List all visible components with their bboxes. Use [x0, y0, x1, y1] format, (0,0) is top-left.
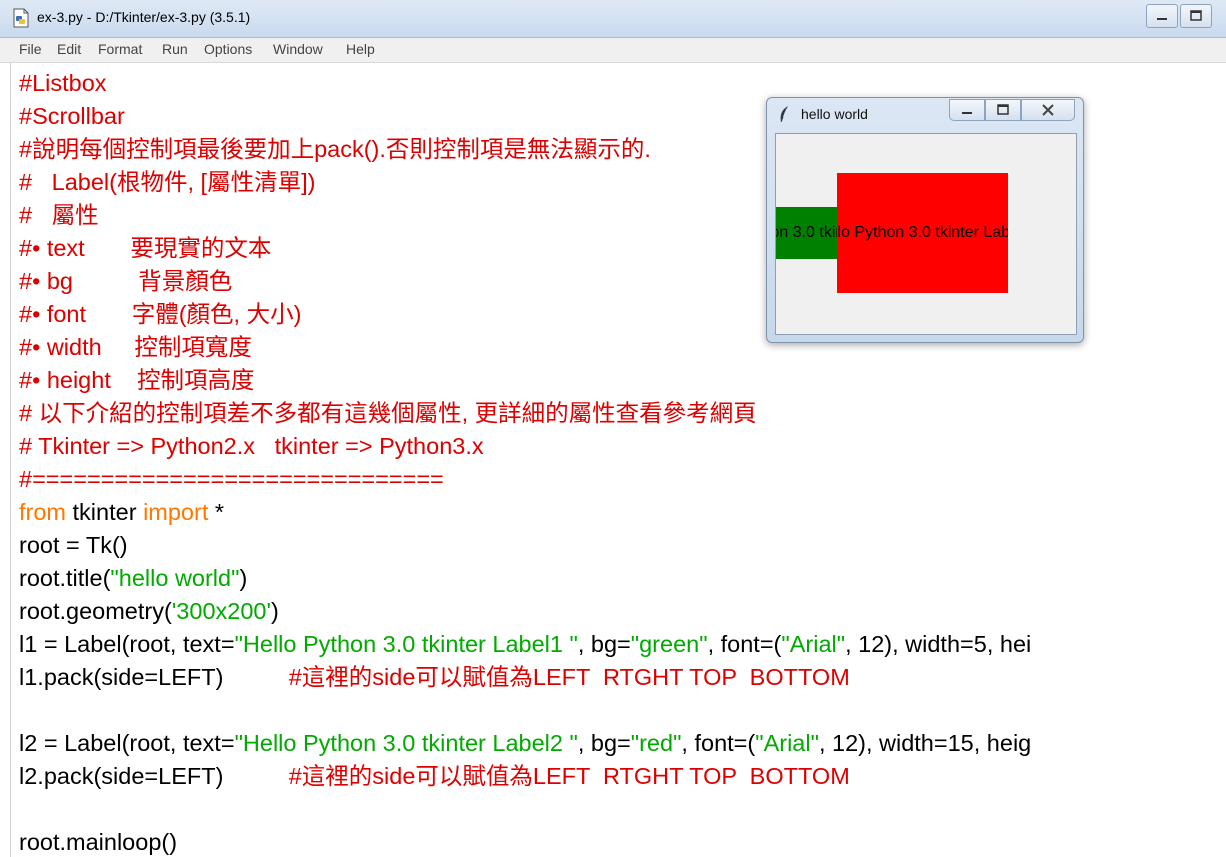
- code-token: l2 = Label(root, text=: [19, 730, 235, 756]
- tk-window-controls: [949, 99, 1075, 121]
- code-line[interactable]: #==============================: [19, 463, 1031, 496]
- maximize-button[interactable]: [1180, 4, 1212, 28]
- tk-close-button[interactable]: [1021, 99, 1075, 121]
- feather-icon: [777, 105, 793, 123]
- menu-format[interactable]: Format: [98, 41, 142, 57]
- maximize-icon: [997, 104, 1009, 115]
- code-token: # Tkinter => Python2.x tkinter => Python…: [19, 433, 484, 459]
- code-token: "Arial": [781, 631, 846, 657]
- label1-text: Hello Python 3.0 tkinter Label1: [776, 224, 837, 241]
- menu-run[interactable]: Run: [162, 41, 188, 57]
- window-controls: [1146, 4, 1212, 28]
- label1-green: Hello Python 3.0 tkinter Label1: [776, 207, 837, 259]
- code-token: #• bg 背景顏色: [19, 268, 233, 294]
- code-line[interactable]: # 以下介紹的控制項差不多都有這幾個屬性, 更詳細的屬性查看參考網頁: [19, 397, 1031, 430]
- code-token: l1.pack(side=LEFT): [19, 664, 289, 690]
- code-token: #• height 控制項高度: [19, 367, 255, 393]
- menu-help[interactable]: Help: [346, 41, 375, 57]
- label2-text: Hello Python 3.0 tkinter Label2: [837, 224, 1008, 241]
- minimize-button[interactable]: [1146, 4, 1178, 28]
- code-line[interactable]: #Listbox: [19, 67, 1031, 100]
- code-line[interactable]: # Tkinter => Python2.x tkinter => Python…: [19, 430, 1031, 463]
- code-line[interactable]: root = Tk(): [19, 529, 1031, 562]
- code-token: root.geometry(: [19, 598, 172, 624]
- menu-edit[interactable]: Edit: [57, 41, 81, 57]
- code-token: #Listbox: [19, 70, 107, 96]
- menu-options[interactable]: Options: [204, 41, 252, 57]
- title-bar: ex-3.py - D:/Tkinter/ex-3.py (3.5.1): [0, 0, 1226, 38]
- code-token: "red": [630, 730, 682, 756]
- code-token: #• text 要現實的文本: [19, 235, 272, 261]
- code-line[interactable]: [19, 694, 1031, 727]
- python-file-icon: [11, 8, 31, 28]
- code-token: "green": [630, 631, 708, 657]
- code-token: *: [208, 499, 225, 525]
- label2-red: Hello Python 3.0 tkinter Label2: [837, 173, 1008, 293]
- code-token: root.title(: [19, 565, 111, 591]
- code-token: , font=(: [681, 730, 756, 756]
- code-line[interactable]: l2.pack(side=LEFT) #這裡的side可以賦值為LEFT RTG…: [19, 760, 1031, 793]
- code-line[interactable]: #• height 控制項高度: [19, 364, 1031, 397]
- menu-file[interactable]: File: [19, 41, 42, 57]
- code-line[interactable]: root.title("hello world"): [19, 562, 1031, 595]
- code-token: #• width 控制項寬度: [19, 334, 252, 360]
- code-token: # Label(根物件, [屬性清單]): [19, 169, 316, 195]
- code-line[interactable]: from tkinter import *: [19, 496, 1031, 529]
- code-token: import: [143, 499, 209, 525]
- code-line[interactable]: [19, 793, 1031, 826]
- code-line[interactable]: l1.pack(side=LEFT) #這裡的side可以賦值為LEFT RTG…: [19, 661, 1031, 694]
- code-line[interactable]: l2 = Label(root, text="Hello Python 3.0 …: [19, 727, 1031, 760]
- code-token: #• font 字體(顏色, 大小): [19, 301, 302, 327]
- code-token: "hello world": [110, 565, 240, 591]
- menu-bar: File Edit Format Run Options Window Help: [0, 38, 1226, 63]
- code-token: l2.pack(side=LEFT): [19, 763, 289, 789]
- code-token: "Hello Python 3.0 tkinter Label2 ": [234, 730, 578, 756]
- code-token: "Arial": [755, 730, 819, 756]
- tk-minimize-button[interactable]: [949, 99, 985, 121]
- code-token: # 屬性: [19, 202, 99, 228]
- minimize-icon: [1157, 18, 1167, 20]
- window-title: ex-3.py - D:/Tkinter/ex-3.py (3.5.1): [37, 9, 251, 25]
- code-token: root = Tk(): [19, 532, 128, 558]
- code-token: ): [270, 598, 279, 624]
- close-icon: [1042, 104, 1054, 116]
- code-token: , 12), width=5, hei: [845, 631, 1032, 657]
- code-token: tkinter: [66, 499, 144, 525]
- tk-client-area: Hello Python 3.0 tkinter Label1 Hello Py…: [775, 133, 1077, 335]
- code-token: l1 = Label(root, text=: [19, 631, 235, 657]
- code-token: #說明每個控制項最後要加上pack().否則控制項是無法顯示的.: [19, 136, 651, 162]
- tk-window-title: hello world: [801, 106, 868, 122]
- code-line[interactable]: l1 = Label(root, text="Hello Python 3.0 …: [19, 628, 1031, 661]
- code-token: '300x200': [171, 598, 271, 624]
- code-token: #這裡的side可以賦值為LEFT RTGHT TOP BOTTOM: [288, 664, 850, 690]
- maximize-icon: [1190, 10, 1202, 21]
- code-token: "Hello Python 3.0 tkinter Label1 ": [234, 631, 578, 657]
- code-line[interactable]: root.geometry('300x200'): [19, 595, 1031, 628]
- tk-maximize-button[interactable]: [985, 99, 1021, 121]
- code-token: from: [19, 499, 66, 525]
- code-token: #==============================: [19, 466, 444, 492]
- tk-hello-world-window[interactable]: hello world Hello Python 3.0 tkinter Lab…: [766, 97, 1084, 343]
- code-token: root.mainloop(): [19, 829, 178, 855]
- code-token: , font=(: [707, 631, 782, 657]
- code-token: ): [239, 565, 248, 591]
- code-token: , bg=: [577, 730, 631, 756]
- code-token: , bg=: [577, 631, 631, 657]
- code-token: #這裡的side可以賦值為LEFT RTGHT TOP BOTTOM: [288, 763, 850, 789]
- code-token: , 12), width=15, heig: [818, 730, 1032, 756]
- code-token: # 以下介紹的控制項差不多都有這幾個屬性, 更詳細的屬性查看參考網頁: [19, 400, 757, 426]
- minimize-icon: [962, 112, 972, 114]
- code-line[interactable]: root.mainloop(): [19, 826, 1031, 857]
- code-token: #Scrollbar: [19, 103, 125, 129]
- menu-window[interactable]: Window: [273, 41, 323, 57]
- editor-gutter: [0, 63, 10, 857]
